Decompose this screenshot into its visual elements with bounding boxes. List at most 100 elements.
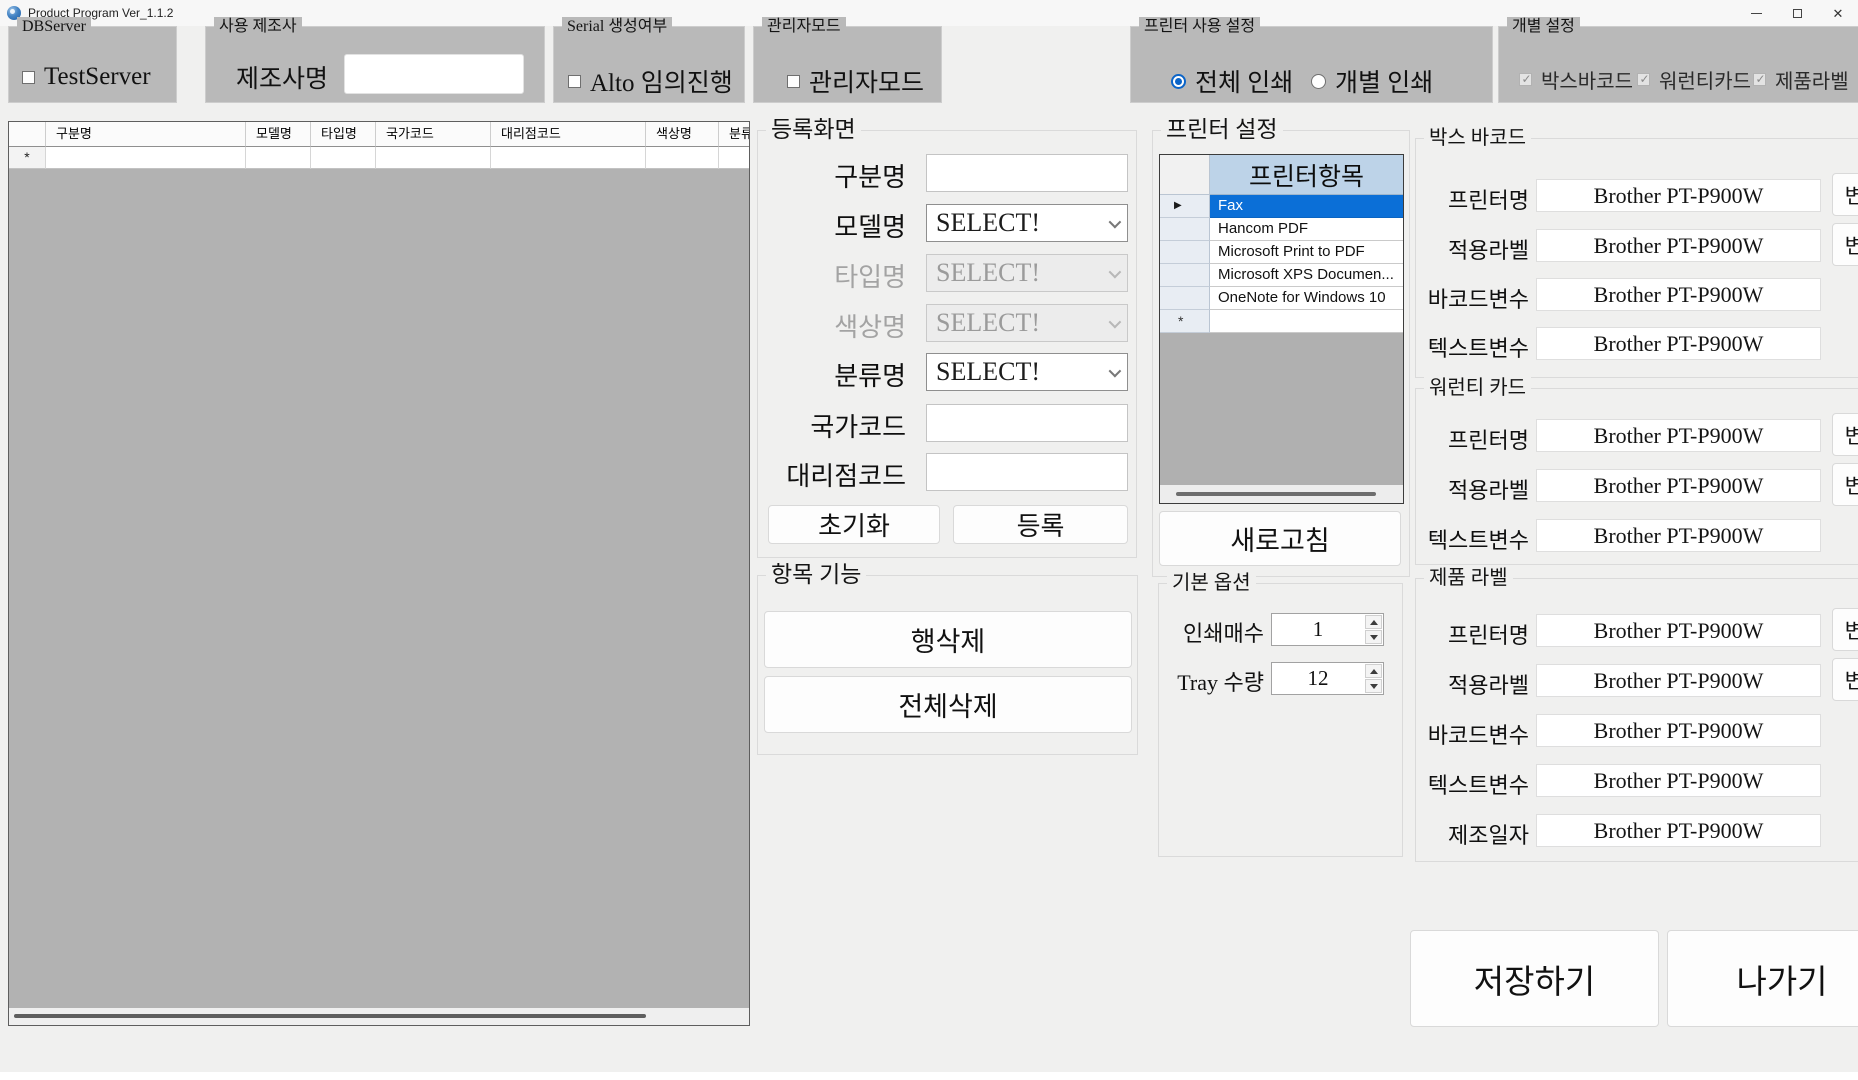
- change-button[interactable]: 변경: [1832, 658, 1858, 701]
- register-field-label: 타입명: [758, 257, 906, 294]
- change-button[interactable]: 변경: [1832, 608, 1858, 651]
- register-field-label: 분류명: [758, 356, 906, 393]
- reset-button[interactable]: 초기화: [768, 505, 940, 544]
- grid-header-row: 구분명 모델명 타입명 국가코드 대리점코드 색상명 분류: [9, 122, 750, 147]
- maximize-icon: [1793, 9, 1802, 18]
- save-button[interactable]: 저장하기: [1410, 930, 1659, 1027]
- grid-cell[interactable]: [311, 147, 376, 169]
- change-button[interactable]: 변경: [1832, 223, 1858, 266]
- category-name-input[interactable]: [926, 154, 1128, 192]
- grid-new-row[interactable]: *: [9, 147, 750, 169]
- printer-name-label: 프린터명: [1416, 618, 1529, 650]
- grid-column-header[interactable]: 분류: [719, 122, 750, 147]
- group-product-label: 제품 라벨 프린터명 Brother PT-P900W 변경 적용라벨 Brot…: [1415, 578, 1858, 862]
- group-product-label-label: 제품 라벨: [1424, 566, 1513, 590]
- admin-mode-checkbox-label: 관리자모드: [809, 63, 924, 99]
- grid-column-header[interactable]: 대리점코드: [491, 122, 646, 147]
- group-item-functions-label: 항목 기능: [766, 561, 866, 589]
- agency-code-input[interactable]: [926, 453, 1128, 491]
- box-barcode-checkbox-label: 박스바코드: [1541, 65, 1633, 94]
- color-select-value: SELECT!: [936, 308, 1040, 338]
- copies-spinner[interactable]: 1: [1271, 613, 1384, 646]
- printer-list-item[interactable]: ▶ Fax: [1160, 195, 1403, 218]
- grid-cell[interactable]: [491, 147, 646, 169]
- group-register-label: 등록화면: [766, 116, 861, 144]
- grid-column-header[interactable]: 색상명: [646, 122, 719, 147]
- type-select-value: SELECT!: [936, 258, 1040, 288]
- printer-list-item[interactable]: Hancom PDF: [1160, 218, 1403, 241]
- tray-quantity-value: 12: [1272, 663, 1364, 694]
- product-grid[interactable]: 구분명 모델명 타입명 국가코드 대리점코드 색상명 분류 *: [8, 121, 750, 1026]
- delete-all-button[interactable]: 전체삭제: [764, 676, 1132, 733]
- manufacturer-input[interactable]: [344, 54, 524, 94]
- printer-name-field: Brother PT-P900W: [1536, 179, 1821, 212]
- copies-spin-up-button[interactable]: [1365, 615, 1382, 629]
- box-barcode-checkbox[interactable]: [1519, 73, 1532, 86]
- grid-column-header[interactable]: 구분명: [46, 122, 246, 147]
- tray-spin-down-button[interactable]: [1365, 679, 1382, 693]
- print-all-radio-label: 전체 인쇄: [1195, 63, 1293, 99]
- group-box-barcode-label: 박스 바코드: [1424, 126, 1531, 150]
- exit-button[interactable]: 나가기: [1667, 930, 1858, 1027]
- admin-mode-checkbox[interactable]: [787, 75, 800, 88]
- change-button[interactable]: 변경: [1832, 463, 1858, 506]
- print-individual-radio[interactable]: [1311, 74, 1326, 89]
- register-field-label: 국가코드: [758, 407, 906, 444]
- copies-spin-down-button[interactable]: [1365, 630, 1382, 644]
- refresh-button[interactable]: 새로고침: [1159, 511, 1401, 566]
- grid-cell[interactable]: [719, 147, 750, 169]
- group-box-barcode: 박스 바코드 프린터명 Brother PT-P900W 변경 적용라벨 Bro…: [1415, 138, 1858, 378]
- barcode-variable-field: Brother PT-P900W: [1536, 278, 1821, 311]
- group-printer-settings: 프린터 설정 프린터항목 ▶ Fax Hancom PDF Microsoft …: [1152, 130, 1410, 577]
- grid-cell[interactable]: [646, 147, 719, 169]
- applied-label-field: Brother PT-P900W: [1536, 229, 1821, 262]
- barcode-variable-label: 바코드변수: [1416, 718, 1529, 750]
- minimize-icon: [1751, 13, 1762, 14]
- tray-spin-up-button[interactable]: [1365, 664, 1382, 678]
- grid-cell[interactable]: [376, 147, 491, 169]
- model-select-value: SELECT!: [936, 208, 1040, 238]
- country-code-input[interactable]: [926, 404, 1128, 442]
- delete-row-button[interactable]: 행삭제: [764, 611, 1132, 668]
- printer-list[interactable]: 프린터항목 ▶ Fax Hancom PDF Microsoft Print t…: [1159, 154, 1404, 504]
- group-individual-settings: 개별 설정 박스바코드 워런티카드 제품라벨: [1498, 26, 1858, 103]
- text-variable-field: Brother PT-P900W: [1536, 519, 1821, 552]
- register-field-label: 대리점코드: [758, 456, 906, 493]
- print-all-radio[interactable]: [1171, 74, 1186, 89]
- applied-label-label: 적용라벨: [1416, 473, 1529, 505]
- grid-column-header[interactable]: 모델명: [246, 122, 311, 147]
- testserver-checkbox[interactable]: [22, 71, 35, 84]
- grid-column-header[interactable]: 국가코드: [376, 122, 491, 147]
- warranty-card-checkbox[interactable]: [1637, 73, 1650, 86]
- close-button[interactable]: ✕: [1818, 0, 1858, 26]
- grid-horizontal-scrollbar[interactable]: [9, 1008, 749, 1025]
- type-select: SELECT!: [926, 254, 1128, 292]
- printer-list-new-row[interactable]: *: [1160, 310, 1403, 333]
- printer-list-item[interactable]: OneNote for Windows 10: [1160, 287, 1403, 310]
- group-printer-usage-label: 프린터 사용 설정: [1139, 17, 1260, 36]
- printer-list-horizontal-scrollbar[interactable]: [1160, 485, 1403, 503]
- minimize-button[interactable]: [1736, 0, 1776, 26]
- change-button[interactable]: 변경: [1832, 413, 1858, 456]
- group-register: 등록화면 구분명 모델명 SELECT! 타입명 SELECT! 색상명 SEL…: [757, 130, 1137, 558]
- app-window: Product Program Ver_1.1.2 ✕ DBServer Tes…: [0, 0, 1858, 1072]
- grid-cell[interactable]: [246, 147, 311, 169]
- grid-scrollbar-thumb[interactable]: [14, 1014, 646, 1018]
- tray-quantity-label: Tray 수량: [1163, 665, 1264, 697]
- printer-list-item[interactable]: Microsoft XPS Documen...: [1160, 264, 1403, 287]
- printer-list-scrollbar-thumb[interactable]: [1176, 492, 1376, 496]
- printer-list-item[interactable]: Microsoft Print to PDF: [1160, 241, 1403, 264]
- tray-quantity-spinner[interactable]: 12: [1271, 662, 1384, 695]
- maximize-button[interactable]: [1777, 0, 1817, 26]
- register-button[interactable]: 등록: [953, 505, 1128, 544]
- group-basic-options: 기본 옵션 인쇄매수 1 Tray 수량 12: [1158, 583, 1403, 857]
- change-button[interactable]: 변경: [1832, 173, 1858, 216]
- grid-cell[interactable]: [46, 147, 246, 169]
- grid-column-header[interactable]: 타입명: [311, 122, 376, 147]
- product-label-checkbox[interactable]: [1753, 73, 1766, 86]
- classification-select[interactable]: SELECT!: [926, 353, 1128, 391]
- alto-random-checkbox[interactable]: [568, 75, 581, 88]
- arrow-up-icon: [1370, 620, 1378, 625]
- manufacture-date-label: 제조일자: [1416, 818, 1529, 850]
- model-select[interactable]: SELECT!: [926, 204, 1128, 242]
